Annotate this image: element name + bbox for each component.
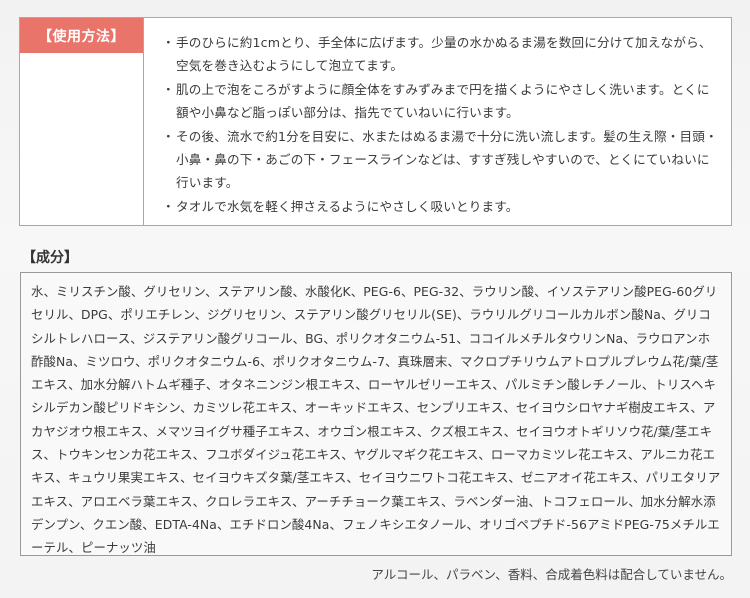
usage-label: 【使用方法】 <box>20 18 143 53</box>
usage-item: ・タオルで水気を軽く押さえるようにやさしく吸いとります。 <box>162 195 719 218</box>
footnote: アルコール、パラベン、香料、合成着色料は配合していません。 <box>371 567 732 582</box>
ingredients-title: 【成分】 <box>22 250 78 266</box>
bullet-mark: ・ <box>162 35 175 50</box>
ingredients-list: 水、ミリスチン酸、グリセリン、ステアリン酸、水酸化K、PEG-6、PEG-32、… <box>20 272 732 556</box>
usage-item-text: 肌の上で泡をころがすように顔全体をすみずみまで円を描くようにやさしく洗います。と… <box>176 82 710 120</box>
bullet-mark: ・ <box>162 82 175 97</box>
usage-item-text: タオルで水気を軽く押さえるようにやさしく吸いとります。 <box>176 199 519 214</box>
usage-item: ・その後、流水で約1分を目安に、水またはぬるま湯で十分に洗い流します。髪の生え際… <box>162 125 719 194</box>
bullet-mark: ・ <box>162 129 175 144</box>
bullet-mark: ・ <box>162 199 175 214</box>
usage-label-column: 【使用方法】 <box>20 18 144 225</box>
usage-section: 【使用方法】 ・手のひらに約1cmとり、手全体に広げます。少量の水かぬるま湯を数… <box>19 17 732 226</box>
usage-item-text: その後、流水で約1分を目安に、水またはぬるま湯で十分に洗い流します。髪の生え際・… <box>176 129 718 190</box>
usage-item-text: 手のひらに約1cmとり、手全体に広げます。少量の水かぬるま湯を数回に分けて加えな… <box>176 35 712 73</box>
usage-item: ・手のひらに約1cmとり、手全体に広げます。少量の水かぬるま湯を数回に分けて加え… <box>162 31 719 77</box>
usage-list: ・手のひらに約1cmとり、手全体に広げます。少量の水かぬるま湯を数回に分けて加え… <box>162 31 719 219</box>
usage-item: ・肌の上で泡をころがすように顔全体をすみずみまで円を描くようにやさしく洗います。… <box>162 78 719 124</box>
